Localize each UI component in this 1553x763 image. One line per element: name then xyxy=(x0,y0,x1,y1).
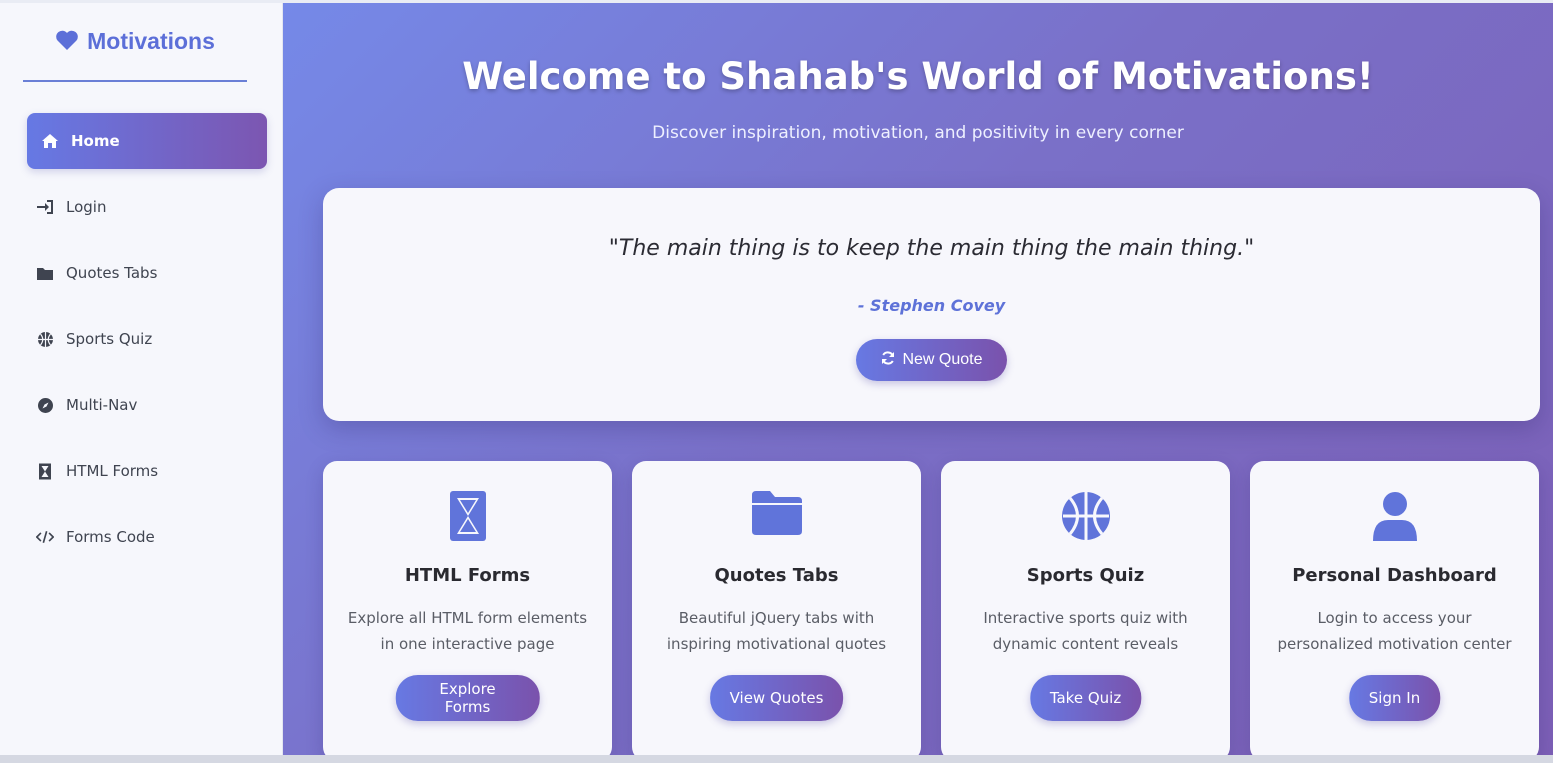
home-icon xyxy=(41,132,59,150)
sidebar-item-sports-quiz[interactable]: Sports Quiz xyxy=(27,311,267,367)
folder-icon xyxy=(632,491,921,541)
user-icon xyxy=(1250,491,1539,541)
sidebar-item-label: Login xyxy=(66,198,107,216)
card-title: Personal Dashboard xyxy=(1292,565,1497,586)
view-quotes-button[interactable]: View Quotes xyxy=(709,675,844,721)
sidebar-item-label: Sports Quiz xyxy=(66,330,153,348)
code-icon xyxy=(36,528,54,546)
main-content: Welcome to Shahab's World of Motivations… xyxy=(283,3,1553,755)
basketball-icon xyxy=(36,330,54,348)
sidebar-item-label: Forms Code xyxy=(66,528,155,546)
heart-icon xyxy=(55,29,79,55)
sidebar-item-forms-code[interactable]: Forms Code xyxy=(27,509,267,565)
sidebar-nav: Home Login Quotes Tabs Sports Quiz Multi… xyxy=(22,113,267,565)
feature-cards: HTML Forms Explore all HTML form element… xyxy=(323,461,1539,755)
sidebar-item-label: Multi-Nav xyxy=(66,396,138,414)
sidebar-item-label: Home xyxy=(71,132,120,150)
sidebar-item-html-forms[interactable]: HTML Forms xyxy=(27,443,267,499)
sidebar-item-login[interactable]: Login xyxy=(27,179,267,235)
sign-in-icon xyxy=(36,198,54,216)
card-title: Sports Quiz xyxy=(1026,565,1145,586)
card-title: HTML Forms xyxy=(404,565,531,586)
card-quotes-tabs: Quotes Tabs Beautiful jQuery tabs with i… xyxy=(632,461,921,755)
quote-text: "The main thing is to keep the main thin… xyxy=(608,236,1255,261)
quote-author: - Stephen Covey xyxy=(857,296,1006,315)
card-description: Interactive sports quiz with dynamic con… xyxy=(983,609,1188,653)
quote-card: "The main thing is to keep the main thin… xyxy=(323,188,1540,421)
card-description: Explore all HTML form elements in one in… xyxy=(347,609,588,653)
page-subtitle: Discover inspiration, motivation, and po… xyxy=(652,123,1184,143)
folder-icon xyxy=(36,264,54,282)
card-title: Quotes Tabs xyxy=(714,565,839,586)
hourglass-icon xyxy=(36,462,54,480)
brand-title: Motivations xyxy=(87,28,215,54)
hourglass-icon xyxy=(323,491,612,541)
new-quote-button[interactable]: New Quote xyxy=(856,339,1007,381)
sidebar-item-home[interactable]: Home xyxy=(27,113,267,169)
card-sports-quiz: Sports Quiz Interactive sports quiz with… xyxy=(941,461,1230,755)
card-description: Login to access your personalized motiva… xyxy=(1277,609,1512,653)
basketball-icon xyxy=(941,491,1230,541)
sign-in-button[interactable]: Sign In xyxy=(1348,675,1441,721)
card-html-forms: HTML Forms Explore all HTML form element… xyxy=(323,461,612,755)
brand[interactable]: Motivations xyxy=(23,3,247,82)
sidebar-item-quotes-tabs[interactable]: Quotes Tabs xyxy=(27,245,267,301)
refresh-icon xyxy=(880,350,896,371)
card-description: Beautiful jQuery tabs with inspiring mot… xyxy=(666,609,887,653)
new-quote-label: New Quote xyxy=(902,351,983,368)
compass-icon xyxy=(36,396,54,414)
sidebar-item-multi-nav[interactable]: Multi-Nav xyxy=(27,377,267,433)
sidebar: Motivations Home Login Quotes Tabs Sport… xyxy=(0,3,283,755)
bottom-strip xyxy=(0,755,1553,763)
explore-forms-button[interactable]: Explore Forms xyxy=(395,675,540,721)
page-title: Welcome to Shahab's World of Motivations… xyxy=(462,55,1374,98)
take-quiz-button[interactable]: Take Quiz xyxy=(1029,675,1142,721)
app-window: Motivations Home Login Quotes Tabs Sport… xyxy=(0,3,1553,755)
sidebar-item-label: HTML Forms xyxy=(66,462,159,480)
card-personal-dashboard: Personal Dashboard Login to access your … xyxy=(1250,461,1539,755)
sidebar-item-label: Quotes Tabs xyxy=(66,264,158,282)
